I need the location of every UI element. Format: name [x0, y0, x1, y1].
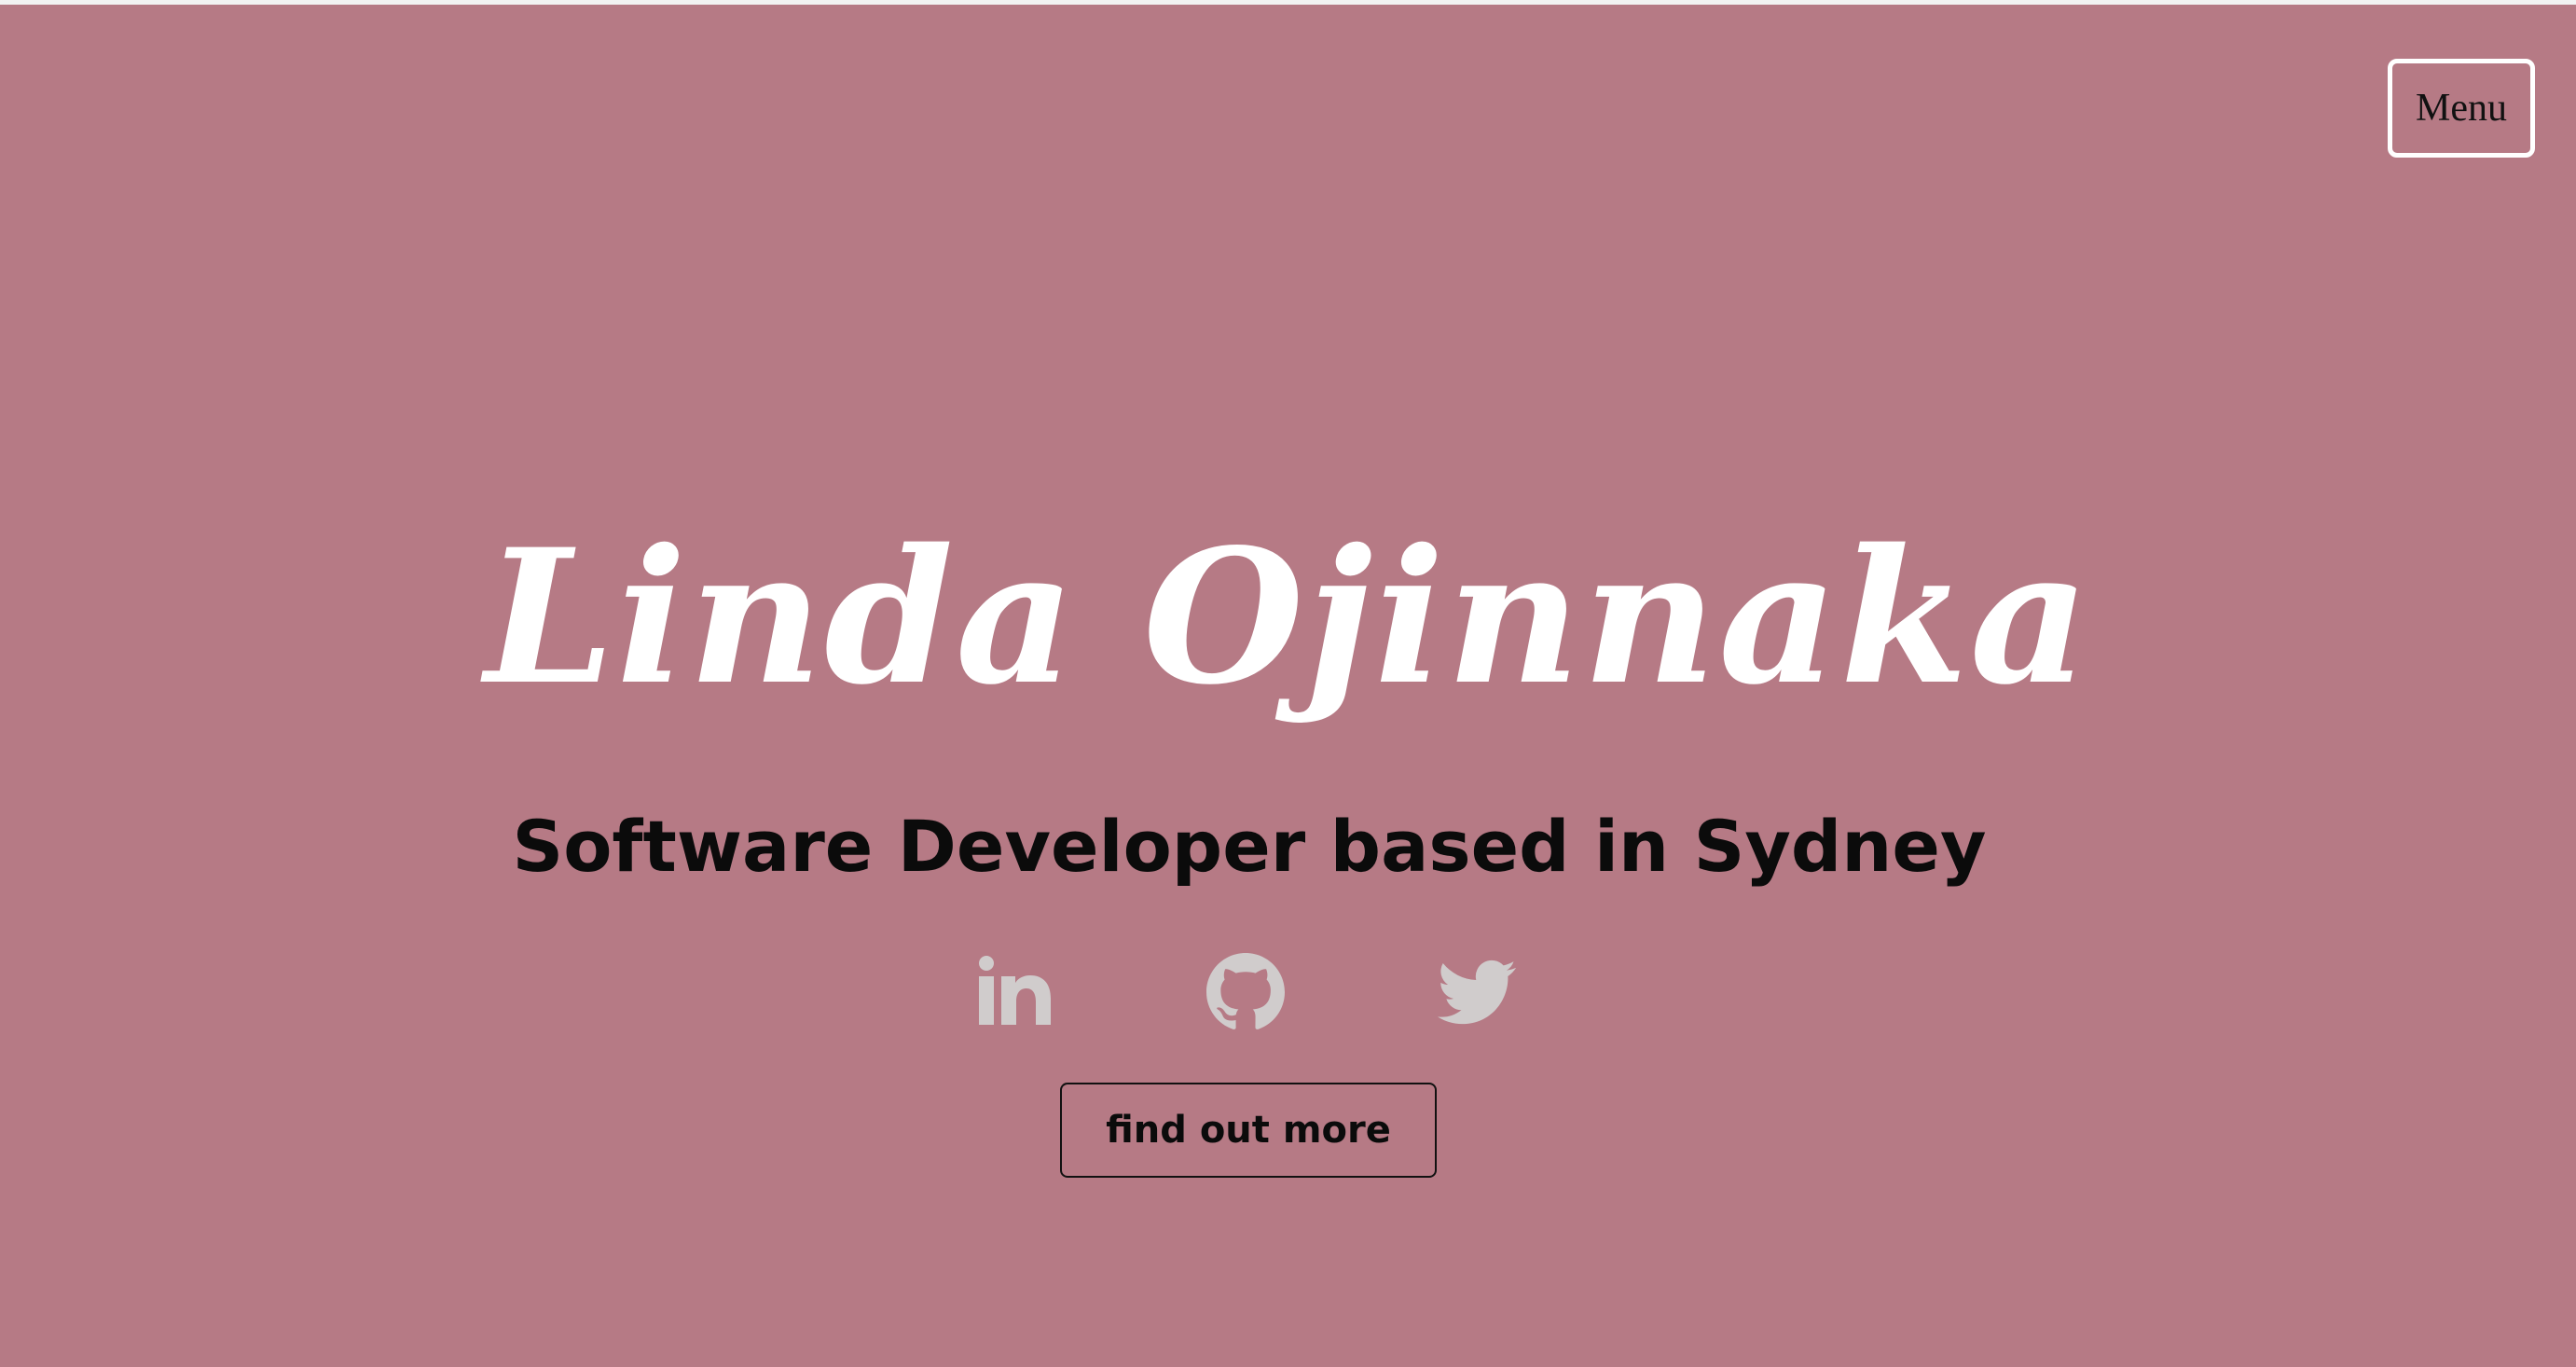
top-divider [0, 0, 2576, 5]
linkedin-link[interactable] [976, 953, 1054, 1031]
hero-tagline: Software Developer based in Sydney [512, 805, 1987, 888]
linkedin-icon [979, 956, 1051, 1025]
twitter-icon [1438, 960, 1516, 1025]
github-icon [1206, 953, 1285, 1029]
menu-button[interactable]: Menu [2388, 59, 2535, 158]
twitter-link[interactable] [1438, 953, 1516, 1031]
menu-button-label: Menu [2416, 87, 2507, 130]
hero-name: Linda Ojinnaka [484, 508, 2092, 725]
find-out-more-button[interactable]: find out more [1060, 1083, 1437, 1178]
find-out-more-label: find out more [1106, 1109, 1391, 1152]
github-link[interactable] [1206, 953, 1285, 1031]
